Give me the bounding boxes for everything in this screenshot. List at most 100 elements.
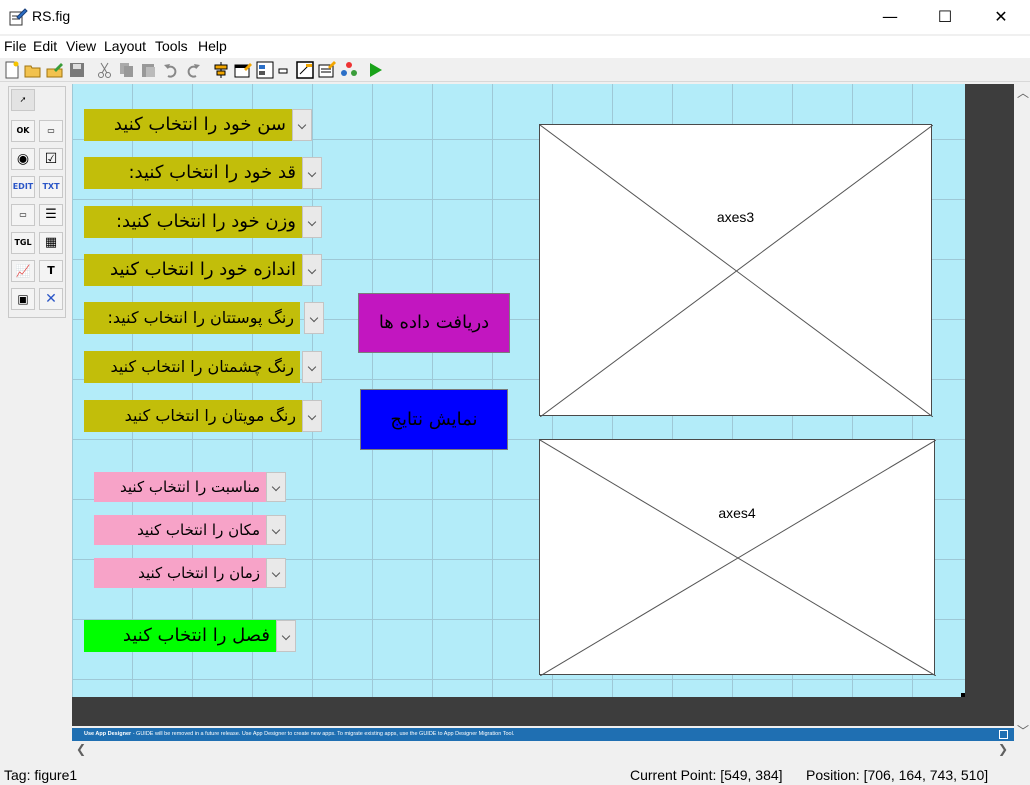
popup-place[interactable]: مکان را انتخاب کنید (94, 515, 286, 545)
chevron-down-icon[interactable] (302, 254, 322, 286)
popup-occasion[interactable]: مناسبت را انتخاب کنید (94, 472, 286, 502)
vertical-scrollbar[interactable]: ︿ ﹀ (1014, 84, 1030, 744)
buttongroup-tool-icon[interactable]: ▣ (11, 288, 35, 310)
status-position: Position: [706, 164, 743, 510] (806, 767, 989, 783)
radiobutton-tool-icon[interactable]: ◉ (11, 148, 35, 170)
popup-weight[interactable]: وزن خود را انتخاب کنید: (84, 206, 322, 238)
close-button[interactable]: ✕ (978, 0, 1024, 34)
popup-hair-color[interactable]: رنگ مویتان را انتخاب کنید (84, 400, 322, 432)
static-text-tool-icon[interactable]: TXT (39, 176, 63, 198)
chevron-down-icon[interactable] (292, 109, 312, 141)
copy-icon[interactable] (118, 61, 136, 79)
redo-icon[interactable] (184, 61, 202, 79)
axes-tool-icon[interactable]: 📈 (11, 260, 35, 282)
scroll-down-icon[interactable]: ﹀ (1017, 722, 1029, 739)
axes4[interactable]: axes4 (539, 439, 936, 676)
popup-skin-color-label: رنگ پوستتان را انتخاب کنید: (84, 302, 300, 334)
axes3-label: axes3 (716, 209, 755, 225)
minimize-button[interactable]: — (867, 0, 913, 34)
popup-occasion-label: مناسبت را انتخاب کنید (94, 472, 266, 502)
scroll-right-icon[interactable]: ❯ (998, 742, 1008, 756)
guide-window: RS.fig — ☐ ✕ File Edit View Layout Tools… (0, 0, 1030, 785)
chevron-down-icon[interactable] (276, 620, 296, 652)
axes3[interactable]: axes3 (539, 124, 933, 417)
menu-editor-icon[interactable] (234, 61, 252, 79)
popup-weight-label: وزن خود را انتخاب کنید: (84, 206, 302, 238)
listbox-tool-icon[interactable]: ☰ (39, 204, 63, 226)
toolbar (0, 58, 1030, 82)
popup-eye-color[interactable]: رنگ چشمتان را انتخاب کنید (84, 351, 322, 383)
menu-edit[interactable]: Edit (33, 38, 57, 54)
chevron-down-icon[interactable] (304, 302, 324, 334)
menu-help[interactable]: Help (198, 38, 227, 54)
chevron-down-icon[interactable] (302, 206, 322, 238)
menu-file[interactable]: File (4, 38, 27, 54)
scroll-left-icon[interactable]: ❮ (76, 742, 86, 756)
menu-tools[interactable]: Tools (155, 38, 188, 54)
chevron-down-icon[interactable] (302, 157, 322, 189)
chevron-down-icon[interactable] (266, 558, 286, 588)
pushbutton-tool-icon[interactable]: OK (11, 120, 35, 142)
save-icon[interactable] (68, 61, 86, 79)
run-figure-icon[interactable] (366, 61, 384, 79)
show-results-button[interactable]: نمایش نتایج (360, 389, 508, 450)
property-inspector-icon[interactable] (318, 61, 336, 79)
paste-icon[interactable] (140, 61, 158, 79)
tab-order-editor-icon[interactable] (256, 61, 274, 79)
popup-size[interactable]: اندازه خود را انتخاب کنید (84, 254, 322, 286)
popup-season-label: فصل را انتخاب کنید (84, 620, 276, 652)
chevron-down-icon[interactable] (266, 515, 286, 545)
resize-handle[interactable] (961, 693, 965, 697)
align-objects-icon[interactable] (212, 61, 230, 79)
edit-text-tool-icon[interactable]: EDIT (11, 176, 35, 198)
panel-tool-icon[interactable]: T (39, 260, 63, 282)
layout-canvas[interactable]: سن خود را انتخاب کنید قد خود را انتخاب ک… (72, 84, 1014, 726)
notice-close-icon[interactable] (999, 730, 1008, 739)
app-designer-notice: Use App Designer - GUIDE will be removed… (72, 728, 1014, 741)
popup-age-label: سن خود را انتخاب کنید (84, 109, 292, 141)
axes3-placeholder (540, 125, 933, 417)
popup-age[interactable]: سن خود را انتخاب کنید (84, 109, 312, 141)
component-palette: ➚ OK ▭ ◉ ☑ EDIT TXT ▭ ☰ TGL ▦ 📈 T ▣ ✕ (8, 86, 66, 318)
notice-text: - GUIDE will be removed in a future rele… (131, 731, 515, 737)
editor-icon[interactable] (296, 61, 314, 79)
figure-grid[interactable]: سن خود را انتخاب کنید قد خود را انتخاب ک… (72, 84, 965, 697)
maximize-button[interactable]: ☐ (922, 0, 968, 34)
popup-hair-color-label: رنگ مویتان را انتخاب کنید (84, 400, 302, 432)
table-tool-icon[interactable]: ▦ (39, 232, 63, 254)
popup-time[interactable]: زمان را انتخاب کنید (94, 558, 286, 588)
axes4-label: axes4 (718, 505, 756, 521)
chevron-down-icon[interactable] (302, 400, 322, 432)
save-edit-icon[interactable] (46, 61, 64, 79)
activex-tool-icon[interactable]: ✕ (39, 288, 63, 310)
checkbox-tool-icon[interactable]: ☑ (39, 148, 63, 170)
chevron-down-icon[interactable] (266, 472, 286, 502)
toolbar-editor-icon[interactable] (278, 61, 288, 79)
popup-place-label: مکان را انتخاب کنید (94, 515, 266, 545)
menu-view[interactable]: View (66, 38, 96, 54)
receive-data-button[interactable]: دریافت داده ها (358, 293, 510, 353)
popup-time-label: زمان را انتخاب کنید (94, 558, 266, 588)
menu-bar: File Edit View Layout Tools Help (0, 36, 1030, 58)
scroll-up-icon[interactable]: ︿ (1017, 84, 1029, 101)
popup-size-label: اندازه خود را انتخاب کنید (84, 254, 302, 286)
undo-icon[interactable] (162, 61, 180, 79)
horizontal-scrollbar[interactable]: ❮ ❯ (72, 741, 1014, 759)
toggle-tool-icon[interactable]: TGL (11, 232, 35, 254)
new-file-icon[interactable] (3, 61, 21, 79)
status-bar: Tag: figure1 Current Point: [549, 384] P… (0, 763, 1030, 785)
menu-layout[interactable]: Layout (104, 38, 146, 54)
notice-link[interactable]: Use App Designer (84, 731, 131, 737)
select-tool-icon[interactable]: ➚ (11, 89, 35, 111)
popup-season[interactable]: فصل را انتخاب کنید (84, 620, 296, 652)
object-browser-icon[interactable] (340, 61, 358, 79)
status-tag: Tag: figure1 (4, 767, 78, 783)
popup-height-label: قد خود را انتخاب کنید: (84, 157, 302, 189)
popup-height[interactable]: قد خود را انتخاب کنید: (84, 157, 322, 189)
open-folder-icon[interactable] (24, 61, 42, 79)
popupmenu-tool-icon[interactable]: ▭ (11, 204, 35, 226)
cut-icon[interactable] (96, 61, 114, 79)
chevron-down-icon[interactable] (302, 351, 322, 383)
popup-skin-color[interactable]: رنگ پوستتان را انتخاب کنید: (84, 302, 324, 334)
slider-tool-icon[interactable]: ▭ (39, 120, 63, 142)
